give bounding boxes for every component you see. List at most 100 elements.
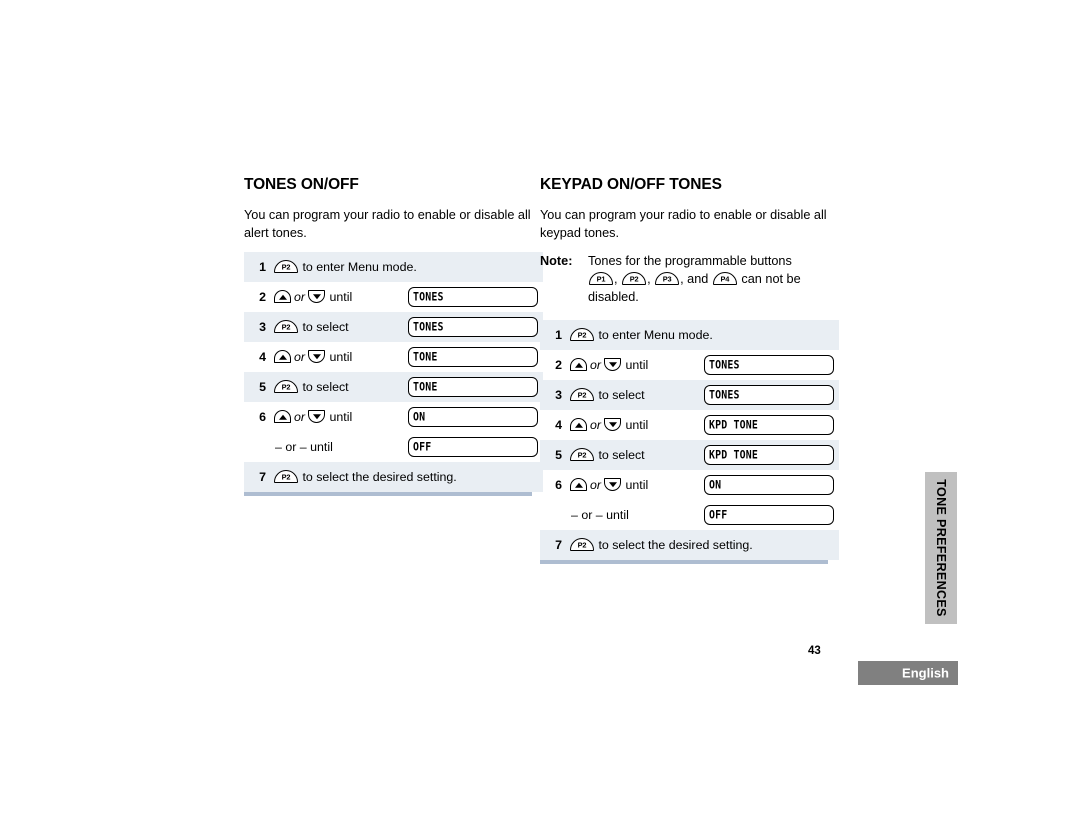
button-p1-icon[interactable]: P1	[589, 272, 613, 286]
lcd-cell: ON	[704, 470, 839, 500]
down-arrow-button-icon[interactable]	[604, 358, 622, 372]
step-number: 1	[555, 328, 562, 343]
step-action: P2 to enter Menu mode.	[569, 320, 839, 350]
manual-page: TONES ON/OFF You can program your radio …	[0, 0, 1080, 834]
section-keypad-on-off-tones: KEYPAD ON/OFF TONES You can program your…	[540, 176, 839, 565]
lcd-cell: OFF	[408, 432, 543, 462]
up-arrow-button-icon[interactable]	[570, 478, 587, 492]
steps-table: 1 P2 to enter Menu mode. 2 or until TONES 3 P2…	[540, 320, 839, 561]
step-action-text: until	[625, 418, 649, 433]
table-row: – or – until OFF	[244, 432, 543, 462]
lcd-display: TONES	[704, 355, 834, 376]
note-line-1: Tones for the programmable buttons	[588, 254, 792, 269]
lcd-cell: OFF	[704, 500, 839, 530]
button-p2-icon[interactable]: P2	[570, 388, 594, 402]
lcd-display: TONES	[408, 317, 538, 338]
triangle-down-glyph	[312, 413, 321, 419]
triangle-up-glyph	[278, 414, 287, 420]
step-number: 6	[259, 410, 266, 425]
up-arrow-button-icon[interactable]	[570, 418, 587, 432]
step-action: P2 to select	[273, 372, 408, 402]
lcd-cell: ON	[408, 402, 543, 432]
lcd-cell: TONE	[408, 372, 543, 402]
button-p3-icon[interactable]: P3	[655, 272, 680, 286]
button-p4-icon[interactable]: P4	[712, 272, 737, 286]
button-p2-label: P2	[629, 274, 639, 284]
page-number: 43	[808, 645, 821, 657]
language-label: English	[902, 665, 949, 681]
step-action: P2 to select the desired setting.	[273, 462, 543, 492]
down-arrow-button-icon[interactable]	[604, 418, 622, 432]
step-number: 5	[555, 448, 562, 463]
table-row: 2 or until TONES	[244, 282, 543, 312]
side-tab-label: TONE PREFERENCES	[934, 479, 948, 617]
step-action: – or – until	[569, 500, 704, 530]
or-until-text: – or – until	[571, 508, 629, 523]
step-action: P2 to select	[569, 380, 704, 410]
lcd-display: OFF	[704, 505, 834, 526]
button-p2-icon[interactable]: P2	[622, 272, 647, 286]
section-tones-on-off: TONES ON/OFF You can program your radio …	[244, 176, 543, 497]
lcd-display: KPD TONE	[704, 415, 834, 436]
step-number: 2	[555, 358, 562, 373]
lcd-display-text: TONE	[413, 349, 438, 364]
button-p2-icon[interactable]: P2	[274, 260, 298, 274]
triangle-up-glyph	[574, 422, 583, 428]
step-action: P2 to select	[569, 440, 704, 470]
step-action-text: to enter Menu mode.	[598, 328, 713, 343]
step-number: 3	[259, 320, 266, 335]
lcd-cell: TONE	[408, 342, 543, 372]
down-arrow-button-icon[interactable]	[604, 478, 622, 492]
up-arrow-button-icon[interactable]	[274, 290, 291, 304]
step-action-text: to enter Menu mode.	[302, 260, 417, 275]
table-row: 7 P2 to select the desired setting.	[540, 530, 839, 561]
lcd-cell: TONES	[408, 282, 543, 312]
step-number: 2	[259, 290, 266, 305]
steps-bottom-rule	[244, 492, 532, 497]
lcd-display: TONE	[408, 347, 538, 368]
table-row: 6 or until ON	[540, 470, 839, 500]
step-action: or until	[273, 342, 408, 372]
lcd-display: TONES	[408, 287, 538, 308]
lcd-display: TONE	[408, 377, 538, 398]
step-action: P2 to select the desired setting.	[569, 530, 839, 560]
step-action-text: until	[329, 410, 353, 425]
lcd-display: KPD TONE	[704, 445, 834, 466]
button-p2-icon[interactable]: P2	[570, 448, 594, 462]
button-p2-icon[interactable]: P2	[274, 320, 298, 334]
button-p2-icon[interactable]: P2	[570, 328, 594, 342]
up-arrow-button-icon[interactable]	[274, 410, 291, 424]
note-text-mid: , and	[680, 272, 709, 287]
button-p2-icon[interactable]: P2	[274, 470, 298, 484]
triangle-up-glyph	[278, 294, 287, 300]
step-action: or until	[273, 402, 408, 432]
step-action: P2 to select	[273, 312, 408, 342]
step-action-text: to select	[598, 448, 645, 463]
triangle-down-glyph	[608, 362, 617, 368]
step-number: 7	[259, 470, 266, 485]
step-action: P2 to enter Menu mode.	[273, 252, 543, 282]
down-arrow-button-icon[interactable]	[308, 350, 326, 364]
button-p3-label: P3	[662, 274, 672, 284]
down-arrow-button-icon[interactable]	[308, 290, 326, 304]
button-p2-label: P2	[281, 262, 291, 272]
step-action: – or – until	[273, 432, 408, 462]
table-row: 3 P2 to select TONES	[244, 312, 543, 343]
up-arrow-button-icon[interactable]	[274, 350, 291, 364]
table-row: 3 P2 to select TONES	[540, 380, 839, 411]
up-arrow-button-icon[interactable]	[570, 358, 587, 372]
section-intro: You can program your radio to enable or …	[540, 208, 827, 241]
table-row: – or – until OFF	[540, 500, 839, 530]
button-p4-label: P4	[720, 274, 730, 284]
down-arrow-button-icon[interactable]	[308, 410, 326, 424]
step-number: 7	[555, 538, 562, 553]
page-title: KEYPAD ON/OFF TONES	[540, 176, 722, 193]
or-separator: or	[590, 358, 602, 373]
step-number: 5	[259, 380, 266, 395]
lcd-display-text: TONES	[413, 289, 444, 304]
side-tab-tone-preferences: TONE PREFERENCES	[925, 472, 957, 624]
step-action: or until	[273, 282, 408, 312]
button-p2-icon[interactable]: P2	[274, 380, 298, 394]
button-p2-icon[interactable]: P2	[570, 538, 594, 552]
section-intro: You can program your radio to enable or …	[244, 208, 531, 241]
